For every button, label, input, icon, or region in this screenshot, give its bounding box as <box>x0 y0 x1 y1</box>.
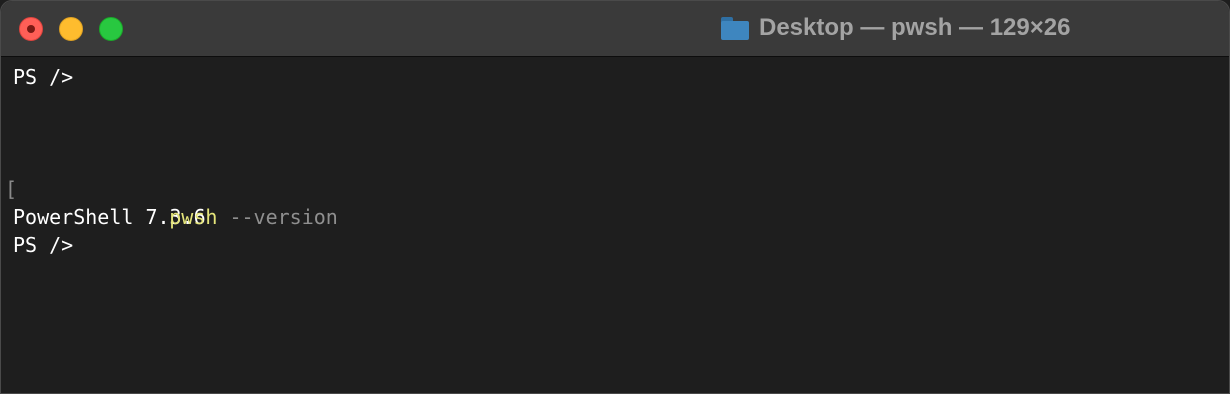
zoom-button[interactable] <box>99 17 123 41</box>
command-line: [ pwsh --version <box>5 175 1217 229</box>
blank-space <box>13 91 1217 175</box>
title-bar[interactable]: Desktop — pwsh — 129×26 <box>1 1 1229 57</box>
window-title-group: Desktop — pwsh — 129×26 <box>721 13 1070 43</box>
line-marker: [ <box>5 177 18 201</box>
terminal-output[interactable]: PS /> [pwsh --version PowerShell 7.3.6 P… <box>5 63 1217 393</box>
terminal-window: Desktop — pwsh — 129×26 PS /> [ pwsh --ve… <box>0 0 1230 394</box>
prompt-line: PS /> <box>13 233 74 257</box>
folder-icon-body <box>721 21 749 40</box>
folder-icon <box>721 16 749 40</box>
close-button[interactable] <box>19 17 43 41</box>
window-title: Desktop — pwsh — 129×26 <box>759 14 1071 41</box>
command-name: pwsh <box>169 205 218 229</box>
command-parameter: --version <box>217 205 338 229</box>
minimize-button[interactable] <box>59 17 83 41</box>
prompt-line: PS /> <box>13 65 74 89</box>
